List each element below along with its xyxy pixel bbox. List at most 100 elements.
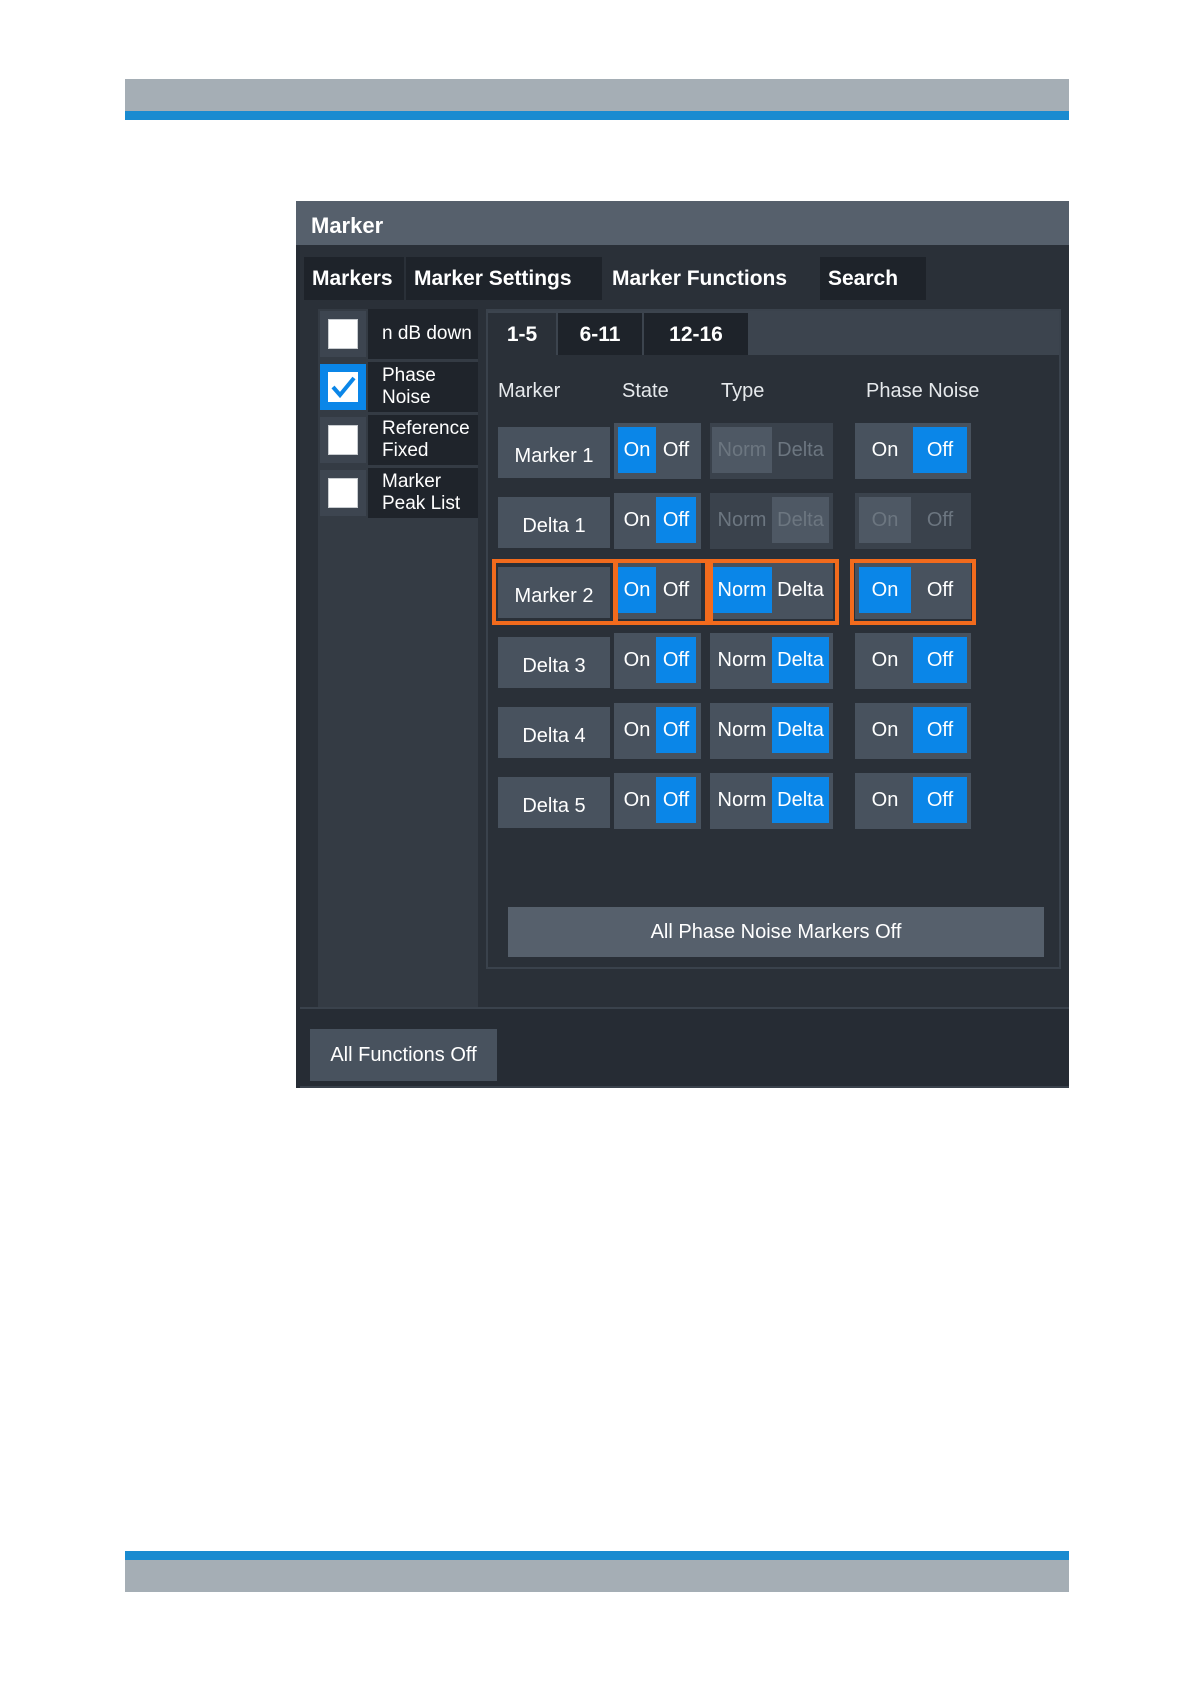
n-db-down-checkbox[interactable] (320, 311, 366, 357)
type-toggle[interactable]: Norm Delta (710, 773, 833, 829)
phase-noise-toggle[interactable]: On Off (855, 773, 971, 829)
function-list: n dB down Phase Noise Reference Fixed Ma… (318, 309, 478, 1007)
type-toggle[interactable]: Norm Delta (710, 633, 833, 689)
phase-noise-on-option[interactable]: On (859, 707, 911, 753)
state-toggle[interactable]: On Off (614, 773, 701, 829)
state-toggle[interactable]: On Off (614, 423, 701, 479)
column-header-marker: Marker (498, 380, 561, 402)
marker-row: Delta 5 On Off Norm Delta On Off (488, 773, 1059, 837)
function-label-line1: Marker (382, 471, 442, 492)
state-off-option[interactable]: Off (656, 427, 696, 473)
state-on-option[interactable]: On (618, 427, 656, 473)
marker-range-tabs: 1-5 6-11 12-16 (488, 311, 1059, 355)
checkbox-box (328, 319, 358, 349)
phase-noise-off-option[interactable]: Off (913, 427, 967, 473)
dialog-content: n dB down Phase Noise Reference Fixed Ma… (300, 301, 1069, 1007)
type-delta-option[interactable]: Delta (772, 777, 829, 823)
function-item-n-db-down[interactable]: n dB down (318, 309, 478, 359)
state-on-option[interactable]: On (618, 707, 656, 753)
marker-row: Marker 1 On Off Norm Delta On Off (488, 423, 1059, 487)
type-norm-option[interactable]: Norm (712, 777, 772, 823)
type-norm-option: Norm (717, 509, 767, 531)
function-item-marker-peak-list[interactable]: Marker Peak List (318, 468, 478, 518)
marker-row: Marker 2 On Off Norm Delta On Off (488, 559, 1059, 627)
marker-row: Delta 1 On Off Norm Delta On Off (488, 493, 1059, 557)
state-on-option[interactable]: On (618, 497, 656, 543)
phase-noise-on-option[interactable]: On (859, 427, 911, 473)
phase-noise-off-option[interactable]: Off (913, 777, 967, 823)
type-delta-option: Delta (777, 439, 824, 461)
state-on-option[interactable]: On (618, 777, 656, 823)
dialog-title: Marker (296, 201, 1069, 245)
phase-noise-checkbox[interactable] (320, 364, 366, 410)
type-toggle: Norm Delta (710, 493, 833, 549)
phase-noise-on-option[interactable]: On (859, 777, 911, 823)
phase-noise-panel: 1-5 6-11 12-16 Marker State Type Phase N… (486, 309, 1061, 969)
all-functions-off-button[interactable]: All Functions Off (310, 1029, 497, 1081)
state-off-option[interactable]: Off (656, 637, 696, 683)
state-on-option[interactable]: On (618, 637, 656, 683)
column-header-state: State (622, 380, 669, 402)
tab-markers-6-11[interactable]: 6-11 (558, 313, 642, 355)
marker-row: Delta 3 On Off Norm Delta On Off (488, 633, 1059, 697)
function-item-reference-fixed[interactable]: Reference Fixed (318, 415, 478, 465)
tab-markers-12-16[interactable]: 12-16 (644, 313, 748, 355)
type-toggle: Norm Delta (710, 423, 833, 479)
highlight-frame (492, 559, 618, 625)
state-toggle[interactable]: On Off (614, 633, 701, 689)
state-off-option[interactable]: Off (656, 497, 696, 543)
function-label: Phase Noise (368, 362, 478, 412)
type-delta-option[interactable]: Delta (772, 707, 829, 753)
marker-dialog: Marker Markers Marker Settings Marker Fu… (296, 201, 1069, 1088)
state-off-option[interactable]: Off (656, 777, 696, 823)
page-header-band (125, 79, 1069, 111)
phase-noise-off-option[interactable]: Off (913, 707, 967, 753)
phase-noise-on-option[interactable]: On (859, 637, 911, 683)
marker-button[interactable]: Delta 3 (498, 637, 610, 688)
phase-noise-toggle: On Off (855, 493, 971, 549)
checkbox-box (328, 478, 358, 508)
type-delta-option: Delta (772, 497, 829, 543)
type-toggle[interactable]: Norm Delta (710, 703, 833, 759)
marker-button[interactable]: Delta 4 (498, 707, 610, 758)
tab-markers-1-5[interactable]: 1-5 (488, 313, 556, 355)
phase-noise-toggle[interactable]: On Off (855, 423, 971, 479)
column-header-type: Type (721, 380, 765, 402)
column-header-phase-noise: Phase Noise (866, 380, 980, 402)
tab-markers[interactable]: Markers (304, 257, 404, 300)
type-norm-option[interactable]: Norm (712, 707, 772, 753)
type-delta-option[interactable]: Delta (772, 637, 829, 683)
phase-noise-toggle[interactable]: On Off (855, 703, 971, 759)
tab-marker-functions[interactable]: Marker Functions (604, 257, 818, 300)
function-item-phase-noise[interactable]: Phase Noise (318, 362, 478, 412)
function-label-line2: Peak List (382, 493, 461, 514)
page-footer-band (125, 1560, 1069, 1592)
function-label-line2: Noise (382, 387, 431, 408)
page-footer-rule (125, 1551, 1069, 1560)
marker-row: Delta 4 On Off Norm Delta On Off (488, 703, 1059, 767)
tab-marker-settings[interactable]: Marker Settings (406, 257, 602, 300)
state-toggle[interactable]: On Off (614, 493, 701, 549)
function-label-line1: Phase (382, 365, 436, 386)
phase-noise-off-option[interactable]: Off (913, 637, 967, 683)
marker-button[interactable]: Delta 1 (498, 497, 610, 548)
marker-button[interactable]: Delta 5 (498, 777, 610, 828)
checkmark-icon (331, 376, 356, 399)
reference-fixed-checkbox[interactable] (320, 417, 366, 463)
state-off-option[interactable]: Off (656, 707, 696, 753)
state-toggle[interactable]: On Off (614, 703, 701, 759)
function-label: Marker Peak List (368, 468, 478, 518)
tab-search[interactable]: Search (820, 257, 926, 300)
all-phase-noise-markers-off-button[interactable]: All Phase Noise Markers Off (508, 907, 1044, 957)
marker-button[interactable]: Marker 1 (498, 427, 610, 478)
highlight-frame (850, 559, 976, 625)
checkbox-box (328, 372, 358, 402)
function-label: n dB down (368, 309, 478, 359)
page-header-rule (125, 111, 1069, 120)
highlight-frame (709, 559, 839, 625)
function-label-line2: Fixed (382, 440, 429, 461)
phase-noise-toggle[interactable]: On Off (855, 633, 971, 689)
phase-noise-on-option: On (859, 497, 911, 543)
marker-peak-list-checkbox[interactable] (320, 470, 366, 516)
type-norm-option[interactable]: Norm (712, 637, 772, 683)
